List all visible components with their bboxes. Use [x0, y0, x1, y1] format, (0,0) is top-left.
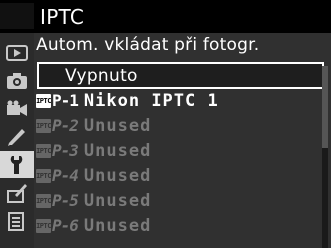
tab-retouch[interactable]	[0, 179, 34, 206]
list-item-preset[interactable]: IPTC P-1 Nikon IPTC 1	[34, 88, 324, 113]
header-badge	[0, 3, 34, 29]
preset-id: P-4	[52, 166, 79, 185]
iptc-icon: IPTC	[36, 143, 51, 158]
preset-id: P-6	[52, 216, 79, 235]
menu-tab-column	[0, 33, 34, 248]
iptc-preset-badge: IPTC P-6	[36, 216, 79, 235]
movie-camera-icon	[7, 100, 27, 116]
submenu-title: Autom. vkládat při fotogr.	[36, 35, 260, 55]
iptc-preset-badge: IPTC P-1	[36, 91, 79, 110]
iptc-icon: IPTC	[36, 193, 51, 208]
list-item-preset[interactable]: IPTC P-6 Unused	[34, 213, 324, 238]
list-item-preset[interactable]: IPTC P-4 Unused	[34, 163, 324, 188]
iptc-icon: IPTC	[36, 218, 51, 233]
camera-icon	[7, 72, 27, 89]
option-off-label: Vypnuto	[65, 65, 138, 86]
list-item-preset[interactable]: IPTC P-3 Unused	[34, 138, 324, 163]
pencil-icon	[8, 128, 25, 146]
recent-settings-icon	[8, 211, 24, 231]
preset-name: Unused	[83, 190, 152, 211]
menu-header: IPTC	[34, 0, 331, 33]
playback-icon	[6, 44, 28, 61]
tab-playback[interactable]	[0, 39, 34, 66]
preset-name: Unused	[83, 165, 152, 186]
preset-name: Unused	[83, 215, 152, 236]
list-item-preset[interactable]: IPTC P-2 Unused	[34, 113, 324, 138]
scrollbar-thumb[interactable]	[322, 66, 328, 148]
page-title: IPTC	[40, 4, 85, 29]
iptc-icon: IPTC	[36, 118, 51, 133]
preset-id: P-5	[52, 191, 79, 210]
option-off[interactable]: Vypnuto	[37, 62, 324, 89]
camera-menu-screen: IPTC Autom. vkládat při fotogr. Vypnuto …	[0, 0, 331, 248]
menu-panel: Autom. vkládat při fotogr. Vypnuto IPTC …	[34, 33, 331, 248]
tab-movie[interactable]	[0, 95, 34, 122]
iptc-preset-badge: IPTC P-4	[36, 166, 79, 185]
tab-custom-settings[interactable]	[0, 123, 34, 150]
iptc-preset-badge: IPTC P-5	[36, 191, 79, 210]
preset-id: P-1	[52, 91, 79, 110]
iptc-icon: IPTC	[36, 168, 51, 183]
preset-name: Unused	[83, 115, 152, 136]
retouch-icon	[7, 183, 27, 203]
preset-name: Unused	[83, 140, 152, 161]
tab-setup[interactable]	[0, 151, 34, 178]
list-item-preset[interactable]: IPTC P-5 Unused	[34, 188, 324, 213]
tab-recent-settings[interactable]	[0, 207, 34, 234]
preset-id: P-2	[52, 116, 79, 135]
preset-id: P-3	[52, 141, 79, 160]
iptc-preset-badge: IPTC P-3	[36, 141, 79, 160]
wrench-icon	[10, 155, 23, 174]
scrollbar[interactable]	[322, 66, 328, 248]
iptc-preset-badge: IPTC P-2	[36, 116, 79, 135]
tab-shooting[interactable]	[0, 67, 34, 94]
preset-name: Nikon IPTC 1	[83, 90, 219, 111]
iptc-icon: IPTC	[36, 93, 51, 108]
